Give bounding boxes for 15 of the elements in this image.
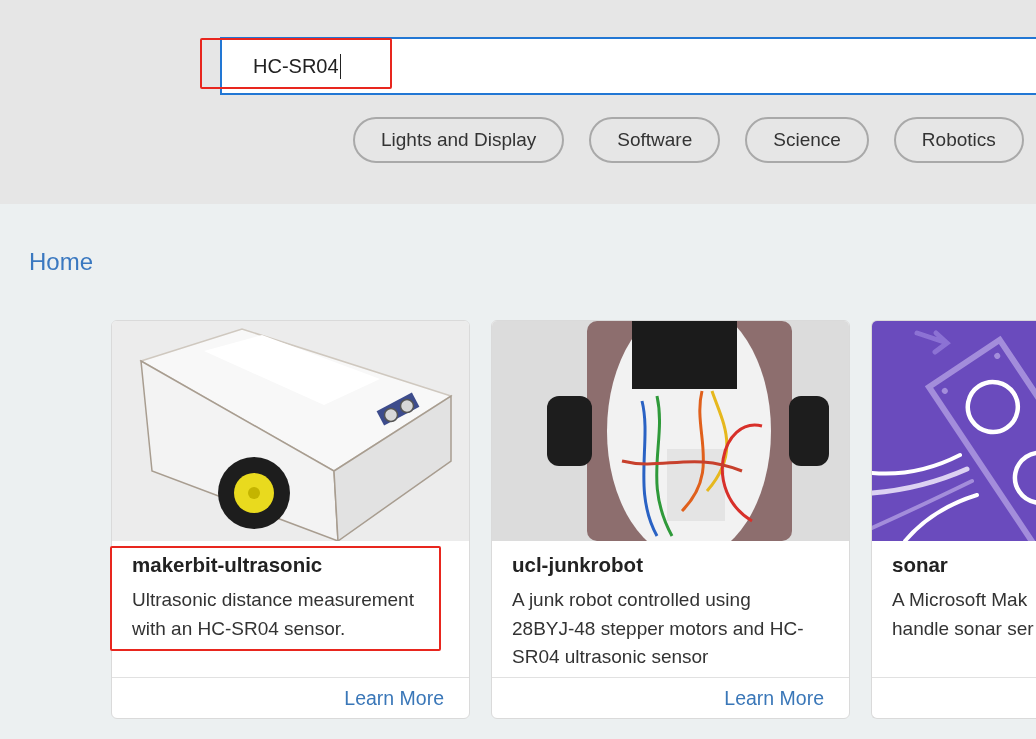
category-button[interactable]: Science xyxy=(745,117,869,163)
learn-more-link[interactable]: Learn More xyxy=(344,686,444,710)
breadcrumb-link[interactable]: Home xyxy=(29,248,94,276)
learn-more-link[interactable]: Learn More xyxy=(724,686,824,710)
card-title: ucl-junkrobot xyxy=(512,553,644,577)
text-cursor-icon xyxy=(339,53,341,79)
category-button[interactable]: Robotics xyxy=(893,117,1024,163)
card-description: Ultrasonic distance measurement with an HC-SR04 sensor. xyxy=(132,588,415,641)
category-button[interactable]: Lights and Display xyxy=(353,117,565,163)
card-title: sonar xyxy=(892,553,949,577)
card-description: A junk robot controlled using 28BYJ-48 stepper motors and HC- SR04 ultrasonic sensor xyxy=(512,588,805,669)
category-button[interactable]: Software xyxy=(589,117,721,163)
card-description: A Microsoft Mak handle sonar ser xyxy=(892,588,1035,641)
search-field[interactable]: HC-SR04 xyxy=(220,37,1036,95)
card-title: makerbit-ultrasonic xyxy=(132,553,324,577)
